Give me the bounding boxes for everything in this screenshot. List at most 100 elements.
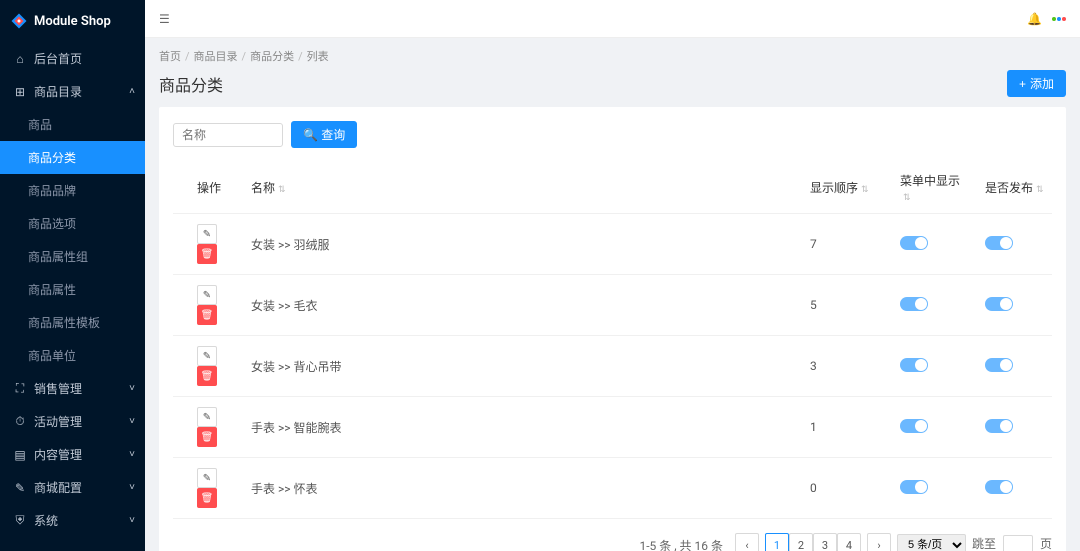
search-input[interactable] [173, 123, 283, 147]
add-button[interactable]: + 添加 [1007, 70, 1066, 97]
table-row: ✎ 🗑 手表 >> 怀表 0 [173, 458, 1052, 519]
edit-button[interactable]: ✎ [197, 346, 217, 366]
edit-icon: ✎ [203, 351, 211, 362]
cell-name: 女装 >> 羽绒服 [243, 214, 802, 275]
sidebar-subitem[interactable]: 商品属性模板 [0, 306, 145, 339]
menu-switch[interactable] [900, 480, 928, 494]
chevron-down-icon: ˅ [129, 482, 135, 493]
sidebar-item[interactable]: ⛨系统˅ [0, 504, 145, 537]
menu-toggle-icon[interactable]: ☰ [159, 12, 170, 26]
page-number[interactable]: 4 [837, 533, 861, 551]
th-menu[interactable]: 菜单中显示⇅ [892, 162, 977, 214]
sidebar-item-label: 销售管理 [34, 380, 82, 397]
edit-button[interactable]: ✎ [197, 224, 217, 244]
menu-switch[interactable] [900, 358, 928, 372]
sidebar-item[interactable]: ▤内容管理˅ [0, 438, 145, 471]
edit-icon: ✎ [203, 473, 211, 484]
chevron-down-icon: ˅ [129, 383, 135, 394]
sidebar-subitem[interactable]: 商品属性 [0, 273, 145, 306]
brand-text: Module Shop [34, 14, 111, 29]
sidebar-item-label: 内容管理 [34, 446, 82, 463]
page-number[interactable]: 1 [765, 533, 789, 551]
topbar: ☰ 🔔 [145, 0, 1080, 38]
sidebar-subitem-label: 商品属性 [28, 281, 76, 298]
delete-button[interactable]: 🗑 [197, 488, 217, 508]
page-jump-input[interactable] [1003, 535, 1033, 551]
sidebar-subitem[interactable]: 商品属性组 [0, 240, 145, 273]
breadcrumb-item[interactable]: 首页 [159, 50, 181, 63]
search-button-label: 查询 [321, 128, 345, 142]
menu-switch[interactable] [900, 236, 928, 250]
page-size-select[interactable]: 5 条/页 [897, 534, 966, 551]
sidebar-subitem-label: 商品分类 [28, 149, 76, 166]
plus-icon: + [1019, 77, 1026, 91]
sidebar-item[interactable]: ⌂后台首页 [0, 42, 145, 75]
pagination: 1-5 条 , 共 16 条 ‹ 1234 › 5 条/页 跳至 页 [173, 533, 1052, 551]
main: ☰ 🔔 首页/商品目录/商品分类/列表 商品分类 + 添加 [145, 0, 1080, 551]
sidebar-item[interactable]: ⊞商品目录˄ [0, 75, 145, 108]
delete-button[interactable]: 🗑 [197, 366, 217, 386]
sidebar-item-label: 后台首页 [34, 50, 82, 67]
cell-order: 7 [802, 214, 892, 275]
edit-icon: ✎ [203, 290, 211, 301]
edit-icon: ✎ [203, 229, 211, 240]
page-prev[interactable]: ‹ [735, 533, 759, 551]
page-number[interactable]: 2 [789, 533, 813, 551]
publish-switch[interactable] [985, 358, 1013, 372]
sidebar-subitem[interactable]: 商品分类 [0, 141, 145, 174]
edit-button[interactable]: ✎ [197, 285, 217, 305]
bell-icon[interactable]: 🔔 [1027, 12, 1042, 26]
sidebar: Module Shop ⌂后台首页⊞商品目录˄商品商品分类商品品牌商品选项商品属… [0, 0, 145, 551]
breadcrumb-item[interactable]: 商品分类 [250, 50, 294, 63]
page-number[interactable]: 3 [813, 533, 837, 551]
trash-icon: 🗑 [201, 493, 214, 504]
trash-icon: 🗑 [201, 310, 214, 321]
cell-order: 0 [802, 458, 892, 519]
apps-icon[interactable] [1052, 17, 1066, 21]
sort-icon: ⇅ [903, 193, 911, 203]
table-row: ✎ 🗑 女装 >> 羽绒服 7 [173, 214, 1052, 275]
sidebar-item[interactable]: ⏱活动管理˅ [0, 405, 145, 438]
sidebar-item[interactable]: ✎ 商城配置 ˅ [0, 471, 145, 504]
menu-switch[interactable] [900, 297, 928, 311]
th-name[interactable]: 名称⇅ [243, 162, 802, 214]
th-op: 操作 [173, 162, 243, 214]
cell-name: 手表 >> 智能腕表 [243, 397, 802, 458]
sidebar-item[interactable]: ⛶ 销售管理 ˅ [0, 372, 145, 405]
sidebar-subitem[interactable]: 商品单位 [0, 339, 145, 372]
trash-icon: 🗑 [201, 249, 214, 260]
menu-icon: ✎ [14, 481, 26, 495]
publish-switch[interactable] [985, 236, 1013, 250]
sidebar-subitem[interactable]: 商品选项 [0, 207, 145, 240]
delete-button[interactable]: 🗑 [197, 244, 217, 264]
chevron-down-icon: ˅ [129, 449, 135, 460]
breadcrumb-item: 列表 [307, 50, 329, 63]
logo-icon [10, 12, 28, 30]
edit-button[interactable]: ✎ [197, 468, 217, 488]
search-icon: 🔍 [303, 128, 318, 142]
publish-switch[interactable] [985, 419, 1013, 433]
publish-switch[interactable] [985, 480, 1013, 494]
table-row: ✎ 🗑 女装 >> 背心吊带 3 [173, 336, 1052, 397]
delete-button[interactable]: 🗑 [197, 427, 217, 447]
delete-button[interactable]: 🗑 [197, 305, 217, 325]
sidebar-subitem[interactable]: 商品 [0, 108, 145, 141]
sidebar-subitem[interactable]: 商品品牌 [0, 174, 145, 207]
chevron-down-icon: ˅ [129, 416, 135, 427]
sidebar-subitem-label: 商品属性组 [28, 248, 88, 265]
edit-icon: ✎ [203, 412, 211, 423]
sidebar-item-label: 商城配置 [34, 479, 82, 496]
menu-switch[interactable] [900, 419, 928, 433]
edit-button[interactable]: ✎ [197, 407, 217, 427]
page-next[interactable]: › [867, 533, 891, 551]
search-button[interactable]: 🔍 查询 [291, 121, 357, 148]
trash-icon: 🗑 [201, 371, 214, 382]
menu-icon: ⏱ [14, 414, 26, 429]
menu-icon: ⛶ [14, 381, 26, 396]
page-info: 1-5 条 , 共 16 条 [639, 537, 723, 551]
breadcrumb-item[interactable]: 商品目录 [194, 50, 238, 63]
th-pub[interactable]: 是否发布⇅ [977, 162, 1052, 214]
publish-switch[interactable] [985, 297, 1013, 311]
th-order[interactable]: 显示顺序⇅ [802, 162, 892, 214]
table-row: ✎ 🗑 手表 >> 智能腕表 1 [173, 397, 1052, 458]
